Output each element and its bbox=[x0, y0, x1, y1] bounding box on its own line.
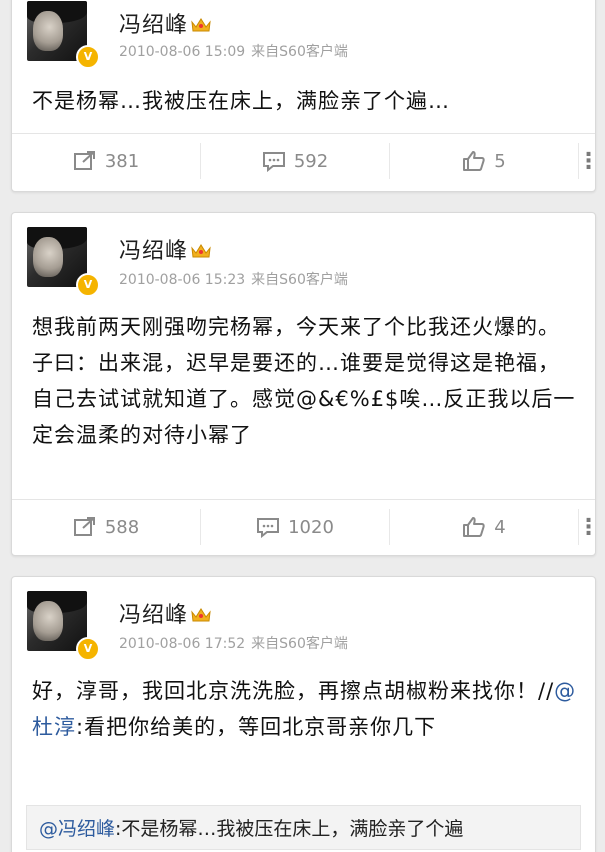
post-text-part: 好，淳哥，我回北京洗洗脸，再擦点胡椒粉来找你！// bbox=[32, 679, 555, 703]
timestamp: 2010-08-06 15:09 bbox=[119, 44, 246, 60]
crown-icon bbox=[191, 608, 211, 622]
post-text: 想我前两天刚强吻完杨幂，今天来了个比我还火爆的。子曰：出来混，迟早是要还的…谁要… bbox=[32, 315, 576, 447]
quoted-text: :不是杨幂…我被压在床上，满脸亲了个遍 bbox=[115, 818, 464, 840]
username-row[interactable]: 冯绍峰 bbox=[119, 7, 212, 39]
source: 来自S60客户端 bbox=[251, 636, 348, 652]
repost-button[interactable]: 381 bbox=[12, 143, 201, 179]
verified-badge-icon: V bbox=[76, 637, 100, 661]
quoted-mention-link[interactable]: @冯绍峰 bbox=[39, 818, 115, 840]
repost-icon bbox=[73, 517, 95, 536]
comment-count: 592 bbox=[293, 150, 329, 172]
crown-icon bbox=[191, 244, 211, 258]
post-card: V 冯绍峰 2010-08-06 15:09 来自S60客户端 不是杨幂…我被压在… bbox=[11, 0, 596, 192]
comment-button[interactable]: 1020 bbox=[201, 509, 390, 545]
source: 来自S60客户端 bbox=[251, 272, 348, 288]
comment-icon bbox=[262, 152, 285, 172]
verified-badge-icon: V bbox=[76, 45, 100, 69]
post-text: 不是杨幂…我被压在床上，满脸亲了个遍… bbox=[32, 89, 450, 113]
post-card: V 冯绍峰 2010-08-06 15:23 来自S60客户端 想我前两天刚强吻完… bbox=[11, 212, 596, 556]
thumbs-up-icon bbox=[463, 517, 485, 537]
repost-count: 588 bbox=[104, 516, 140, 538]
like-count: 5 bbox=[494, 150, 506, 172]
post-meta: 2010-08-06 15:23 来自S60客户端 bbox=[119, 269, 348, 289]
post-card: V 冯绍峰 2010-08-06 17:52 来自S60客户端 好，淳哥，我回北京… bbox=[11, 576, 596, 852]
like-count: 4 bbox=[494, 516, 506, 538]
username[interactable]: 冯绍峰 bbox=[119, 13, 188, 38]
comment-button[interactable]: 592 bbox=[201, 143, 390, 179]
more-vertical-icon[interactable]: ⋮ bbox=[578, 515, 596, 540]
verified-badge-icon: V bbox=[76, 273, 100, 297]
action-bar: 588 1020 4 ⋮ bbox=[12, 501, 595, 553]
comment-count: 1020 bbox=[288, 516, 334, 538]
source: 来自S60客户端 bbox=[251, 44, 348, 60]
post-text-part: :看把你给美的，等回北京哥亲你几下 bbox=[76, 715, 437, 739]
repost-button[interactable]: 588 bbox=[12, 509, 201, 545]
post-meta: 2010-08-06 15:09 来自S60客户端 bbox=[119, 41, 348, 61]
divider bbox=[12, 133, 595, 134]
crown-icon bbox=[191, 18, 211, 32]
repost-icon bbox=[73, 151, 95, 170]
more-vertical-icon[interactable]: ⋮ bbox=[578, 149, 596, 174]
username-row[interactable]: 冯绍峰 bbox=[119, 233, 212, 265]
comment-icon bbox=[257, 518, 280, 538]
divider bbox=[12, 499, 595, 500]
quoted-post[interactable]: @冯绍峰:不是杨幂…我被压在床上，满脸亲了个遍 bbox=[26, 805, 581, 850]
weibo-feed: V 冯绍峰 2010-08-06 15:09 来自S60客户端 不是杨幂…我被压在… bbox=[0, 0, 605, 852]
repost-count: 381 bbox=[104, 150, 140, 172]
thumbs-up-icon bbox=[463, 151, 485, 171]
like-button[interactable]: 4 bbox=[390, 509, 579, 545]
timestamp: 2010-08-06 15:23 bbox=[119, 272, 246, 288]
post-meta: 2010-08-06 17:52 来自S60客户端 bbox=[119, 633, 348, 653]
like-button[interactable]: 5 bbox=[390, 143, 579, 179]
username[interactable]: 冯绍峰 bbox=[119, 239, 188, 264]
post-text: 好，淳哥，我回北京洗洗脸，再擦点胡椒粉来找你！//@杜淳:看把你给美的，等回北京… bbox=[32, 673, 581, 745]
action-bar: 381 592 5 ⋮ bbox=[12, 135, 595, 187]
timestamp: 2010-08-06 17:52 bbox=[119, 636, 246, 652]
username[interactable]: 冯绍峰 bbox=[119, 603, 188, 628]
username-row[interactable]: 冯绍峰 bbox=[119, 597, 212, 629]
